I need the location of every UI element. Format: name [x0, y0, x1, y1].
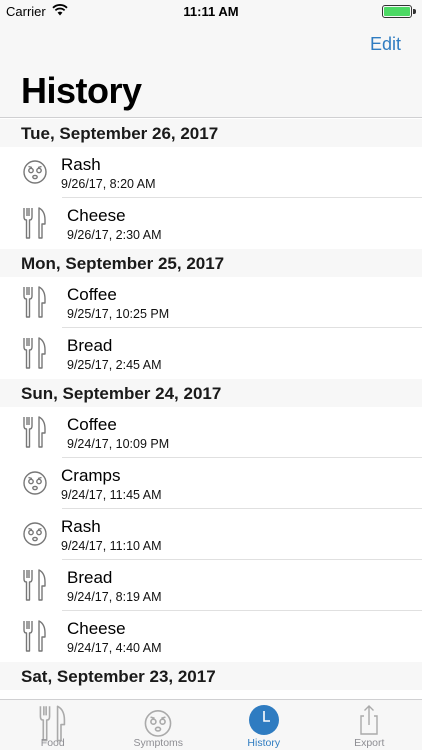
fork-knife-icon — [37, 704, 69, 742]
tab-label: Food — [40, 737, 65, 749]
entry-timestamp: 9/24/17, 11:10 AM — [61, 539, 162, 553]
symptom-entry-row[interactable]: Rash 9/26/17, 8:20 AM — [0, 147, 422, 198]
entry-title: Cheese — [67, 206, 126, 225]
edit-button[interactable]: Edit — [370, 34, 401, 55]
tab-bar: Food Symptoms History Export — [0, 699, 422, 750]
history-list[interactable]: Tue, September 26, 2017 Rash 9/26/17, 8:20… — [0, 119, 422, 699]
fork-knife-icon — [21, 336, 49, 370]
battery-icon — [382, 5, 412, 18]
food-entry-row[interactable]: Cheese 9/24/17, 4:40 AM — [0, 611, 422, 662]
entry-timestamp: 9/25/17, 10:25 PM — [67, 307, 170, 321]
tab-history[interactable]: History — [211, 700, 317, 750]
symptom-entry-row[interactable]: Cramps 9/24/17, 11:45 AM — [0, 458, 422, 509]
section-header: Sat, September 23, 2017 — [0, 662, 422, 690]
fork-knife-icon — [21, 285, 49, 319]
entry-title: Bread — [67, 336, 113, 355]
section-header: Tue, September 26, 2017 — [0, 119, 422, 147]
tab-label: Symptoms — [133, 737, 184, 749]
symptom-entry-row[interactable]: Rash 9/24/17, 11:10 AM — [0, 509, 422, 560]
tab-label: History — [247, 737, 281, 749]
share-icon — [353, 704, 385, 736]
status-bar: Carrier 11:11 AM — [0, 0, 422, 22]
status-time: 11:11 AM — [183, 4, 239, 19]
clock-icon — [248, 704, 280, 736]
sick-face-icon — [142, 704, 174, 737]
section-header: Sun, September 24, 2017 — [0, 379, 422, 407]
sick-face-icon — [21, 466, 49, 500]
entry-timestamp: 9/26/17, 8:20 AM — [61, 177, 156, 191]
tab-label: Export — [354, 737, 385, 749]
entry-title: Cheese — [67, 619, 126, 638]
entry-timestamp: 9/24/17, 8:19 AM — [67, 590, 162, 604]
entry-timestamp: 9/24/17, 10:09 PM — [67, 437, 170, 451]
tab-export[interactable]: Export — [317, 700, 422, 750]
entry-title: Coffee — [67, 285, 117, 304]
sick-face-icon — [21, 155, 49, 189]
entry-title: Coffee — [67, 415, 117, 434]
entry-title: Rash — [61, 517, 101, 536]
sick-face-icon — [21, 517, 49, 551]
entry-timestamp: 9/24/17, 11:45 AM — [61, 488, 162, 502]
food-entry-row[interactable]: Coffee 9/24/17, 10:09 PM — [0, 407, 422, 458]
entry-timestamp: 9/26/17, 2:30 AM — [67, 228, 162, 242]
entry-title: Bread — [67, 568, 113, 587]
entry-timestamp: 9/25/17, 2:45 AM — [67, 358, 162, 372]
entry-title: Cramps — [61, 466, 121, 485]
tab-food[interactable]: Food — [0, 700, 106, 750]
page-title: History — [21, 70, 142, 111]
food-entry-row[interactable]: Bread 9/25/17, 2:45 AM — [0, 328, 422, 379]
food-entry-row[interactable]: Coffee 9/25/17, 10:25 PM — [0, 277, 422, 328]
section-header: Mon, September 25, 2017 — [0, 249, 422, 277]
fork-knife-icon — [21, 619, 49, 653]
fork-knife-icon — [21, 415, 49, 449]
fork-knife-icon — [21, 206, 49, 240]
tab-symptoms[interactable]: Symptoms — [106, 700, 212, 750]
food-entry-row[interactable]: Bread 9/24/17, 8:19 AM — [0, 560, 422, 611]
navigation-bar: Edit History — [0, 22, 422, 118]
entry-timestamp: 9/24/17, 4:40 AM — [67, 641, 162, 655]
food-entry-row[interactable]: Cheese 9/26/17, 2:30 AM — [0, 198, 422, 249]
battery-tip — [413, 9, 416, 14]
fork-knife-icon — [21, 568, 49, 602]
entry-title: Rash — [61, 155, 101, 174]
